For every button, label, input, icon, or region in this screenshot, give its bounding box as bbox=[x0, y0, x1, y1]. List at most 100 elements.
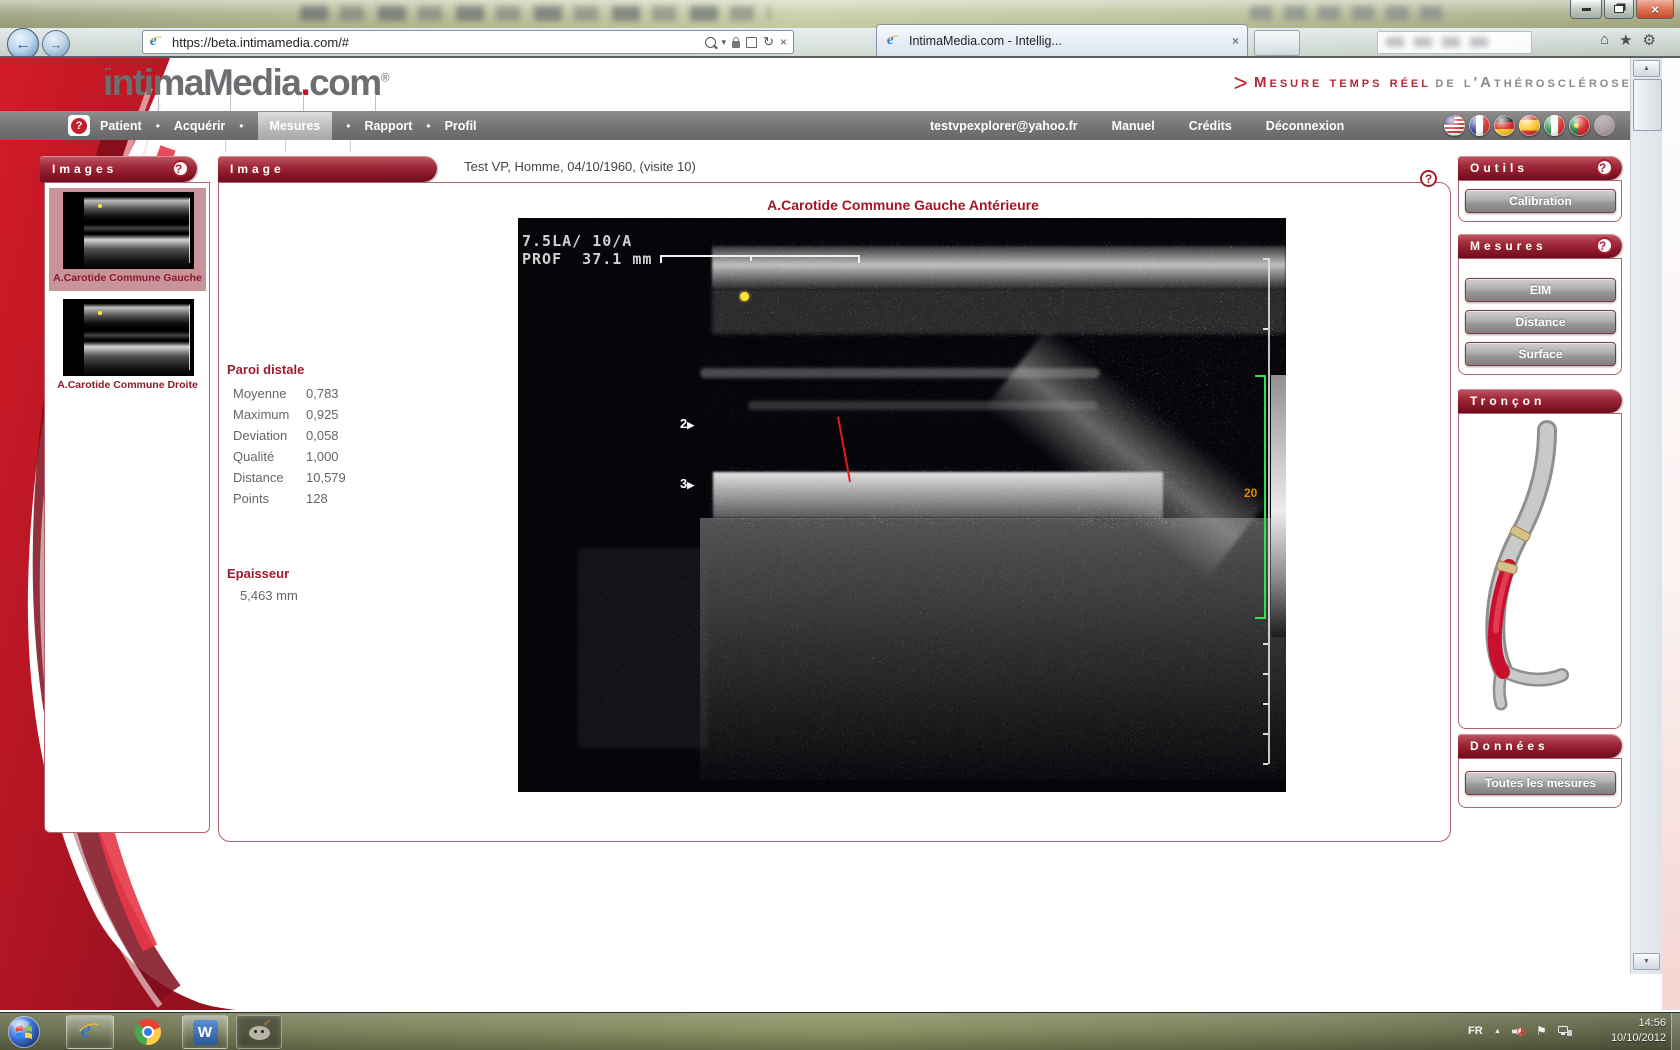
thumbnail-scale-line bbox=[189, 305, 190, 370]
ultrasound-speckle bbox=[518, 218, 1286, 792]
main-navigation-bar: ? Patient • Acquérir • Mesures • Rapport… bbox=[0, 111, 1680, 140]
help-icon: ? bbox=[71, 118, 87, 134]
refresh-icon[interactable]: ↻ bbox=[763, 34, 774, 50]
artery-diagram[interactable] bbox=[1463, 418, 1619, 724]
network-icon[interactable] bbox=[1558, 1026, 1572, 1037]
logo-registered-mark: ® bbox=[381, 71, 388, 85]
taskbar-gimp-button[interactable] bbox=[236, 1015, 282, 1049]
window-restore-button[interactable] bbox=[1604, 0, 1634, 19]
yellow-marker-dot[interactable] bbox=[740, 292, 749, 301]
tray-expand-icon[interactable]: ▲ bbox=[1494, 1028, 1501, 1035]
site-logo[interactable]: intimaMedia.com® bbox=[103, 62, 388, 104]
nav-item-acquerir[interactable]: Acquérir bbox=[174, 119, 225, 133]
clock[interactable]: 14:56 10/10/2012 bbox=[1584, 1016, 1666, 1046]
images-panel-title: Images bbox=[52, 162, 117, 176]
ie-favicon: e bbox=[148, 34, 164, 50]
nav-divider bbox=[225, 140, 226, 152]
nav-link-manuel[interactable]: Manuel bbox=[1112, 119, 1155, 133]
nav-item-mesures-active[interactable]: Mesures bbox=[258, 112, 333, 140]
distance-button[interactable]: Distance bbox=[1465, 310, 1616, 334]
tab-title: IntimaMedia.com - Intellig... bbox=[909, 34, 1062, 48]
images-panel: A.Carotide Commune Gauche A.Carotide Com… bbox=[44, 182, 210, 833]
flag-de-icon[interactable] bbox=[1494, 115, 1515, 136]
help-icon: ? bbox=[1599, 161, 1610, 175]
flag-it-icon[interactable] bbox=[1544, 115, 1565, 136]
new-tab-button[interactable] bbox=[1254, 30, 1300, 56]
action-center-flag-icon[interactable]: ⚑ bbox=[1536, 1024, 1547, 1038]
language-indicator[interactable]: FR bbox=[1468, 1025, 1483, 1037]
flag-fr-icon[interactable] bbox=[1469, 115, 1490, 136]
volume-muted-icon[interactable] bbox=[1512, 1025, 1527, 1038]
scrollbar-thumb[interactable] bbox=[1633, 79, 1662, 131]
start-button[interactable] bbox=[6, 1014, 42, 1050]
images-help-button[interactable]: ? bbox=[172, 160, 189, 177]
word-icon: W bbox=[193, 1020, 218, 1045]
flag-pt-icon[interactable] bbox=[1569, 115, 1590, 136]
flag-es-icon[interactable] bbox=[1519, 115, 1540, 136]
stop-icon[interactable]: × bbox=[780, 35, 787, 49]
window-titlebar[interactable]: × bbox=[0, 0, 1680, 28]
thumbnail-label[interactable]: A.Carotide Commune Gauche bbox=[49, 272, 206, 284]
taskbar-ie-button[interactable]: e bbox=[66, 1015, 114, 1049]
nav-item-patient[interactable]: Patient bbox=[100, 119, 142, 133]
ultrasound-thumbnail[interactable] bbox=[63, 299, 194, 376]
home-icon[interactable]: ⌂ bbox=[1600, 31, 1609, 49]
window-minimize-button[interactable] bbox=[1570, 0, 1602, 19]
measure-value: 0,925 bbox=[306, 407, 339, 428]
probe-settings-text: 7.5LA/ 10/A bbox=[522, 232, 632, 250]
tools-gear-icon[interactable]: ⚙ bbox=[1643, 31, 1656, 49]
surface-button[interactable]: Surface bbox=[1465, 342, 1616, 366]
ruler-tick bbox=[660, 255, 662, 263]
search-icon[interactable] bbox=[705, 37, 716, 48]
measure-value: 128 bbox=[306, 491, 328, 512]
image-list-item[interactable]: A.Carotide Commune Droite bbox=[49, 295, 206, 398]
images-panel-header: Images ? bbox=[40, 156, 197, 182]
measure-value: 0,058 bbox=[306, 428, 339, 449]
background-window-title-blur bbox=[300, 6, 770, 21]
image-list-item-selected[interactable]: A.Carotide Commune Gauche bbox=[49, 188, 206, 291]
scrollbar-up-button[interactable]: ▲ bbox=[1633, 60, 1660, 77]
flag-us-icon[interactable] bbox=[1444, 115, 1465, 136]
window-close-button[interactable]: × bbox=[1636, 0, 1674, 19]
mesures-panel-header: Mesures ? bbox=[1458, 234, 1622, 258]
taskbar-chrome-button[interactable] bbox=[124, 1015, 172, 1049]
mesures-help-button[interactable]: ? bbox=[1596, 237, 1613, 254]
grayscale-wedge bbox=[1271, 375, 1286, 637]
clock-date: 10/10/2012 bbox=[1584, 1031, 1666, 1046]
outils-panel: Calibration bbox=[1458, 180, 1622, 222]
scale-tick bbox=[1263, 733, 1268, 735]
thumbnail-label[interactable]: A.Carotide Commune Droite bbox=[49, 379, 206, 391]
nav-link-credits[interactable]: Crédits bbox=[1189, 119, 1232, 133]
tab-close-icon[interactable]: × bbox=[1232, 34, 1239, 48]
outils-help-button[interactable]: ? bbox=[1596, 159, 1613, 176]
vertical-scrollbar[interactable]: ▲ ▼ bbox=[1630, 58, 1663, 974]
favorites-star-icon[interactable]: ★ bbox=[1619, 31, 1632, 49]
ultrasound-thumbnail[interactable] bbox=[63, 192, 194, 269]
nav-item-rapport[interactable]: Rapport bbox=[364, 119, 412, 133]
green-depth-bracket[interactable] bbox=[1264, 375, 1266, 619]
nav-separator: • bbox=[426, 119, 430, 133]
eim-button[interactable]: EIM bbox=[1465, 278, 1616, 302]
scale-tick bbox=[1263, 328, 1268, 330]
image-help-button[interactable]: ? bbox=[1420, 170, 1437, 187]
screen: × ← → e https://beta.intimamedia.com/# ▾… bbox=[0, 0, 1680, 1050]
calibration-button[interactable]: Calibration bbox=[1465, 189, 1616, 213]
forward-button[interactable]: → bbox=[42, 30, 70, 58]
taskbar-word-button[interactable]: W bbox=[182, 1015, 228, 1049]
internet-explorer-icon: e bbox=[77, 1019, 103, 1045]
show-desktop-button[interactable] bbox=[1671, 1013, 1680, 1050]
nav-link-deconnexion[interactable]: Déconnexion bbox=[1266, 119, 1345, 133]
scrollbar-down-button[interactable]: ▼ bbox=[1633, 953, 1660, 970]
toutes-les-mesures-button[interactable]: Toutes les mesures bbox=[1465, 771, 1616, 795]
browser-tab[interactable]: e IntimaMedia.com - Intellig... × bbox=[876, 24, 1248, 56]
tagline-gray: de l'Athérosclérose bbox=[1435, 74, 1632, 91]
measure-value: 1,000 bbox=[306, 449, 339, 470]
address-bar[interactable]: e https://beta.intimamedia.com/# ▾ ↻ × bbox=[142, 30, 794, 54]
compatibility-view-icon[interactable] bbox=[746, 37, 757, 48]
search-caret-icon[interactable]: ▾ bbox=[722, 37, 727, 48]
nav-item-profil[interactable]: Profil bbox=[445, 119, 477, 133]
url-text[interactable]: https://beta.intimamedia.com/# bbox=[172, 35, 349, 50]
ultrasound-image[interactable]: 7.5LA/ 10/A PROF 37.1 mm 2▶ 3▶ 20 bbox=[518, 218, 1286, 792]
nav-help-button[interactable]: ? bbox=[68, 115, 90, 136]
patient-info: Test VP, Homme, 04/10/1960, (visite 10) bbox=[380, 159, 780, 174]
